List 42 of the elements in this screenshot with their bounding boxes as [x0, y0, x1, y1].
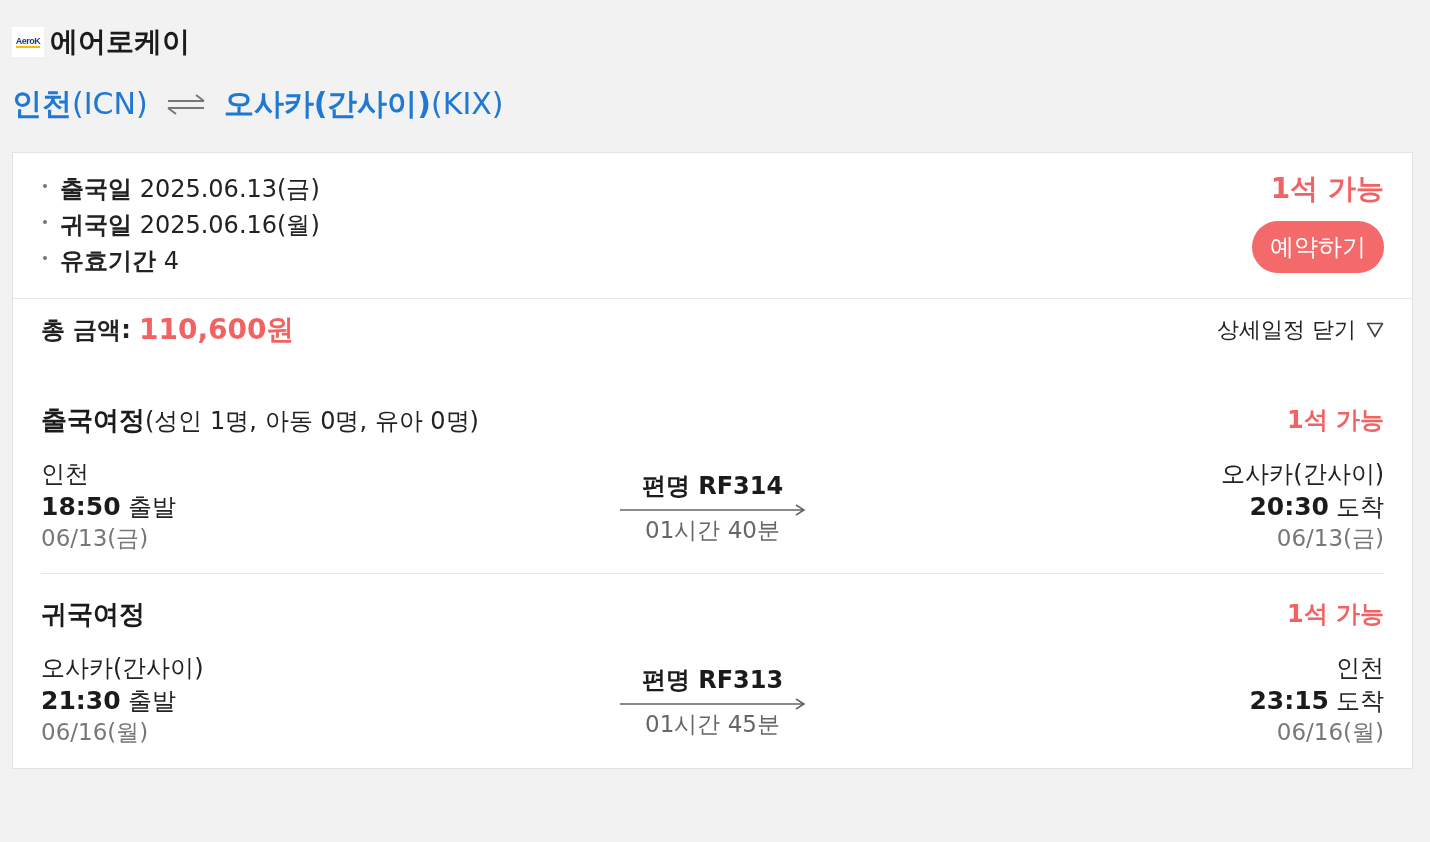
flight-number: 편명 RF313 — [641, 665, 784, 696]
flight-date: 06/13(금) — [1276, 524, 1384, 552]
journey-title: 출국여정 — [41, 403, 145, 437]
seat-availability: 1석 가능 — [1286, 599, 1384, 630]
journey-title: 귀국여정 — [41, 598, 145, 631]
flight-time: 21:30 — [41, 685, 121, 717]
seat-availability: 1석 가능 — [1286, 405, 1384, 436]
flight-time: 18:50 — [41, 491, 121, 523]
flight-duration: 01시간 45분 — [645, 710, 780, 738]
flight-action: 출발 — [127, 686, 176, 717]
flight-time: 23:15 — [1249, 685, 1329, 717]
flight-time: 20:30 — [1249, 491, 1329, 523]
total-price: 110,600원 — [138, 313, 295, 347]
trip-detail: 유효기간 4 — [60, 246, 179, 277]
airline-name: 에어로케이 — [50, 27, 190, 57]
flight-duration: 01시간 40분 — [645, 516, 780, 544]
airport-name: 오사카(간사이) — [41, 653, 204, 684]
flight-date: 06/16(월) — [41, 718, 149, 746]
seat-availability: 1석 가능 — [1270, 171, 1384, 207]
flight-action: 도착 — [1336, 492, 1384, 523]
trip-detail: 출국일 2025.06.13(금) — [60, 174, 320, 205]
flight-date: 06/13(금) — [41, 524, 149, 552]
bullet-icon — [43, 256, 47, 260]
flight-arrow-icon — [619, 698, 806, 710]
trip-detail: 귀국일 2025.06.16(월) — [60, 210, 320, 241]
swap-arrows-icon — [165, 93, 206, 115]
flight-arrow-icon — [619, 504, 806, 516]
airport-name: 인천 — [41, 459, 89, 490]
flight-action: 출발 — [127, 492, 176, 523]
origin-airport: 인천(ICN) — [12, 85, 148, 123]
flight-date: 06/16(월) — [1276, 718, 1384, 746]
destination-airport: 오사카(간사이)(KIX) — [223, 85, 504, 123]
airport-name: 인천 — [1336, 653, 1384, 684]
flight-action: 도착 — [1336, 686, 1384, 717]
passenger-count: (성인 1명, 아동 0명, 유아 0명) — [145, 405, 479, 437]
bullet-icon — [43, 184, 47, 188]
airline-logo: AeroK — [12, 27, 44, 57]
details-toggle[interactable]: 상세일정 닫기 — [1217, 313, 1384, 347]
airport-name: 오사카(간사이) — [1221, 459, 1384, 490]
bullet-icon — [43, 220, 47, 224]
flight-number: 편명 RF314 — [641, 471, 784, 502]
total-label: 총 금액: — [41, 315, 131, 346]
